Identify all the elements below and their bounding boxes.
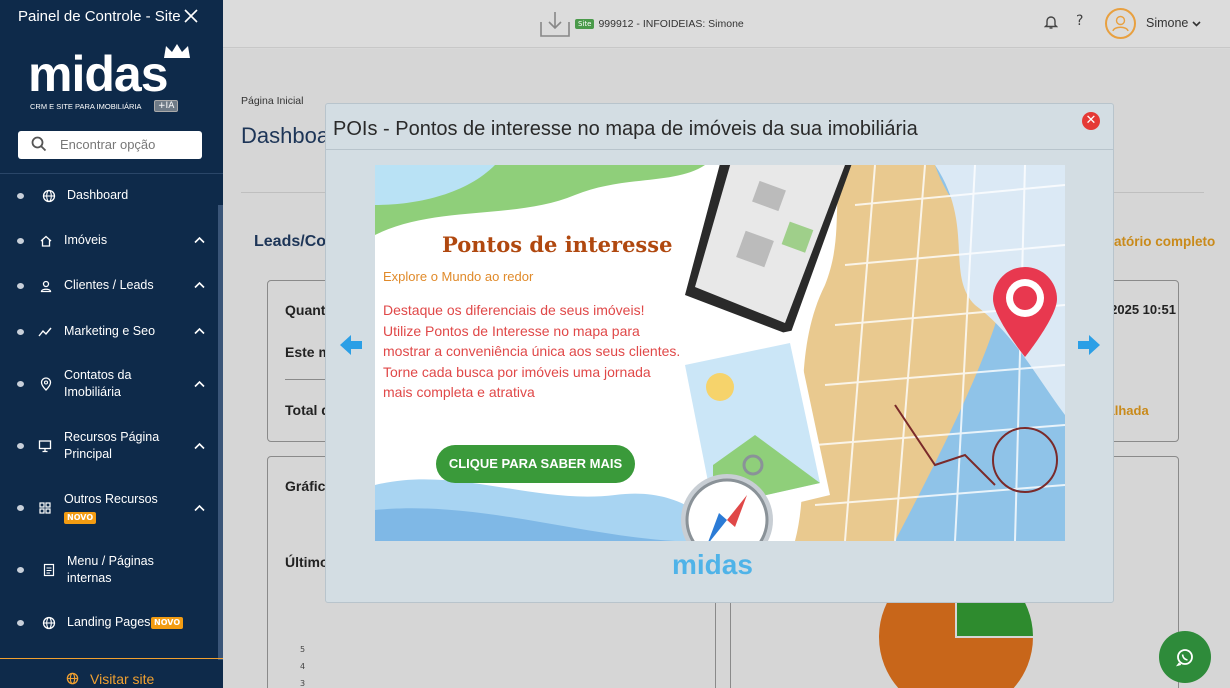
sidebar: Painel de Controle - Site midas CRM E SI… [0,0,223,688]
sidebar-item-menu-paginas-internas[interactable]: Menu / Páginas internas [0,552,218,588]
bullet-icon [17,193,24,199]
y-tick: 5 [300,645,306,654]
site-name: 999912 - INFOIDEIAS: Simone [598,18,744,30]
banner-line: Torne cada busca por imóveis uma jornada… [383,363,651,401]
pin-icon [40,377,52,391]
y-tick: 4 [300,662,306,671]
banner-line: Destaque os diferenciais de seus imóveis… [383,302,645,318]
breadcrumb: Página Inicial [241,95,304,107]
crown-icon [164,44,190,58]
document-icon [43,563,55,577]
novo-badge: NOVO [151,617,184,629]
globe-icon [42,616,56,630]
sidebar-item-imoveis[interactable]: Imóveis [0,231,218,251]
whatsapp-icon [1175,649,1193,667]
sidebar-item-marketing-seo[interactable]: Marketing e Seo [0,322,218,342]
sidebar-item-outros-recursos[interactable]: Outros Recursos NOVO [0,490,218,526]
download-icon [540,12,570,37]
user-menu[interactable]: Simone [1146,16,1201,30]
midas-logo: midas [672,549,753,580]
bullet-icon [17,238,24,244]
home-icon [40,235,52,247]
sidebar-item-landing-pages[interactable]: Landing Pages NOVO [0,613,218,633]
bullet-icon [17,381,24,387]
modal-header: POIs - Pontos de interesse no mapa de im… [326,104,1113,150]
globe-icon [42,189,56,203]
panel-title: Painel de Controle - Site [18,8,181,25]
trend-icon [38,327,52,337]
sidebar-item-contatos[interactable]: Contatos da Imobiliária [0,366,218,402]
chevron-up-icon [194,327,205,335]
banner-subtitle: Explore o Mundo ao redor [383,269,534,284]
midas-logo[interactable]: midas CRM E SITE PARA IMOBILIÁRIA +IA [28,44,198,120]
bullet-icon [17,505,24,511]
globe-icon [66,672,79,685]
modal-title: POIs - Pontos de interesse no mapa de im… [333,118,918,140]
bullet-icon [17,620,24,626]
sidebar-item-dashboard[interactable]: Dashboard [0,186,218,206]
sidebar-item-clientes-leads[interactable]: Clientes / Leads [0,276,218,296]
bullet-icon [17,443,24,449]
banner-line: Utilize Pontos de Interesse no mapa para… [383,322,681,360]
y-tick: 3 [300,679,306,688]
chevron-up-icon [194,442,205,450]
whatsapp-button[interactable] [1159,631,1211,683]
grid-icon [39,502,51,514]
chevron-up-icon [194,504,205,512]
user-icon [40,280,52,293]
arrow-right-icon[interactable] [1076,332,1102,358]
sidebar-item-recursos-pagina-principal[interactable]: Recursos Página Principal [0,428,218,464]
site-selector[interactable]: Site 999912 - INFOIDEIAS: Simone [539,10,744,38]
bell-icon[interactable] [1044,14,1058,30]
monitor-icon [38,440,52,453]
divider [0,173,223,174]
avatar[interactable] [1105,8,1136,39]
bullet-icon [17,567,24,573]
sidebar-search-input[interactable]: Encontrar opção [18,131,202,159]
top-bar: Site 999912 - INFOIDEIAS: Simone ? Simon… [223,0,1230,48]
user-icon [1112,15,1129,32]
bullet-icon [17,283,24,289]
poi-modal: POIs - Pontos de interesse no mapa de im… [325,103,1114,603]
search-icon [31,136,47,152]
chevron-up-icon [194,236,205,244]
help-icon[interactable]: ? [1076,13,1083,29]
visit-site-link[interactable]: Visitar site [0,658,223,688]
close-icon[interactable]: ✕ [1082,112,1100,130]
novo-badge: NOVO [64,512,97,524]
chevron-up-icon [194,380,205,388]
learn-more-button[interactable]: CLIQUE PARA SABER MAIS [436,445,635,483]
chevron-up-icon [194,281,205,289]
bullet-icon [17,329,24,335]
promo-banner[interactable]: Pontos de interesse Explore o Mundo ao r… [375,165,1065,541]
banner-title: Pontos de interesse [442,232,673,257]
chevron-down-icon [1192,21,1201,27]
arrow-left-icon[interactable] [338,332,364,358]
site-badge: Site [575,19,595,29]
close-icon[interactable] [184,6,198,26]
banner-body: Destaque os diferenciais de seus imóveis… [383,300,683,403]
